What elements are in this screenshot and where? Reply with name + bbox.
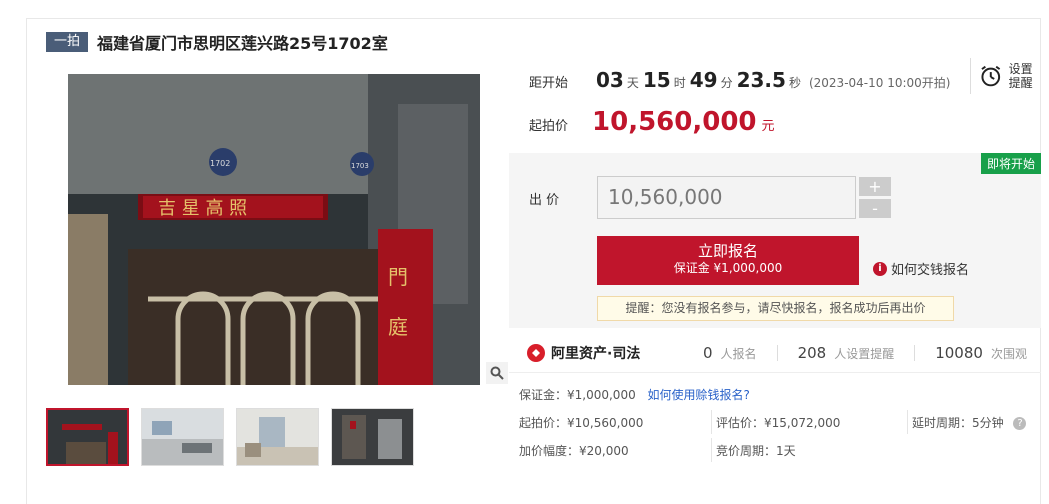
deposit-amount-label: 保证金 ¥1,000,000	[673, 261, 783, 275]
thumbnail-image	[48, 410, 127, 464]
countdown-hours-unit: 时	[673, 76, 686, 90]
ali-asset-logo-icon	[527, 343, 545, 362]
register-now-button[interactable]: 立即报名 保证金 ¥1,000,000	[597, 236, 859, 285]
decrease-bid-button[interactable]: -	[859, 199, 891, 218]
start-price-label: 起拍价	[529, 119, 569, 134]
main-photo-area: 吉 星 高 照 1702 1703 門 庭	[46, 74, 510, 385]
countdown-label: 距开始	[529, 76, 569, 91]
door-photo-image: 吉 星 高 照 1702 1703 門 庭	[68, 74, 480, 385]
deposit-line: 保证金：¥1,000,000 如何使用赊钱报名?	[519, 386, 750, 403]
thumbnail-3[interactable]	[236, 408, 319, 466]
main-photo[interactable]: 吉 星 高 照 1702 1703 門 庭	[68, 74, 480, 385]
svg-text:吉 星 高 照: 吉 星 高 照	[158, 198, 247, 219]
zoom-button[interactable]	[486, 362, 508, 384]
info-icon: i	[873, 261, 887, 276]
auction-type-tag: 一拍	[46, 32, 89, 52]
how-to-pay-label: 如何交钱报名	[891, 263, 970, 278]
signup-count-unit: 人报名	[720, 346, 757, 361]
thumbnail-image	[332, 409, 413, 465]
svg-text:庭: 庭	[388, 315, 408, 339]
countdown: 距开始 03 天 15 时 49 分 23.5 秒 (2023-04-10 10…	[529, 68, 950, 92]
start-price-unit: 元	[761, 119, 775, 134]
delay-period: 延时周期：5分钟 ?	[912, 414, 1027, 431]
svg-text:1702: 1702	[210, 159, 230, 168]
set-reminder-button[interactable]: 设置提醒	[970, 58, 1038, 94]
countdown-days-unit: 天	[626, 76, 639, 90]
divider	[711, 438, 712, 462]
divider	[776, 344, 778, 361]
thumbnail-strip	[46, 408, 414, 466]
thumbnail-2[interactable]	[141, 408, 224, 466]
reminder-count: 208	[797, 343, 827, 362]
help-icon[interactable]: ?	[1013, 417, 1027, 430]
appraisal-price: 评估价：¥15,072,000	[716, 416, 841, 430]
thumbnail-image	[142, 409, 223, 465]
divider	[907, 410, 908, 434]
logo-mark	[532, 348, 540, 357]
thumbnail-4[interactable]	[331, 408, 414, 466]
thumbnail-1[interactable]	[46, 408, 129, 466]
countdown-days: 03	[596, 68, 624, 92]
reminder-tip: 提醒：您没有报名参与，请尽快报名，报名成功后再出价	[597, 296, 954, 321]
how-to-pay-link[interactable]: i 如何交钱报名	[873, 259, 969, 278]
brand-name: 阿里资产·司法	[551, 345, 641, 362]
reminder-count-unit: 人设置提醒	[834, 346, 895, 361]
bid-increment: 加价幅度：¥20,000	[519, 444, 629, 458]
magnifier-icon	[490, 366, 504, 380]
stat-signups: 0 人报名	[703, 344, 757, 362]
status-badge: 即将开始	[980, 153, 1041, 174]
divider	[914, 344, 916, 361]
start-price-value: 10,560,000	[592, 107, 757, 137]
signup-count: 0	[703, 343, 713, 362]
start-datetime: (2023-04-10 10:00开拍)	[808, 76, 951, 90]
start-price-row: 起拍价 10,560,000 元	[529, 107, 775, 137]
start-price-detail: 起拍价：¥10,560,000	[519, 416, 644, 430]
countdown-hours: 15	[642, 68, 671, 92]
stats-row: 阿里资产·司法 0 人报名 208 人设置提醒 10080 次围观	[509, 333, 1041, 373]
register-now-label: 立即报名	[697, 242, 758, 260]
bidding-cycle: 竞价周期：1天	[716, 444, 796, 458]
svg-text:1703: 1703	[351, 162, 369, 170]
countdown-seconds-unit: 秒	[788, 76, 801, 90]
countdown-seconds: 23.5	[736, 68, 786, 92]
stat-views: 10080 次围观	[935, 344, 1027, 362]
thumbnail-image	[237, 409, 318, 465]
brand-logo: 阿里资产·司法	[527, 343, 677, 363]
view-count: 10080	[935, 343, 983, 362]
divider	[711, 410, 712, 434]
countdown-minutes-unit: 分	[720, 76, 733, 90]
loan-signup-link[interactable]: 如何使用赊钱报名?	[648, 388, 750, 402]
svg-text:門: 門	[388, 265, 408, 289]
title-row: 一拍 福建省厦门市思明区莲兴路25号1702室	[46, 30, 388, 54]
alarm-clock-icon	[981, 65, 1001, 87]
bid-panel: 即将开始 出 价 10,560,000 + - 立即报名 保证金 ¥1,000,…	[509, 153, 1041, 328]
delay-period-text: 延时周期：5分钟	[912, 416, 1004, 430]
bid-amount-input[interactable]: 10,560,000	[597, 176, 856, 219]
view-count-unit: 次围观	[990, 346, 1027, 361]
stat-reminders: 208 人设置提醒	[798, 344, 895, 362]
countdown-minutes: 49	[689, 68, 718, 92]
increase-bid-button[interactable]: +	[859, 177, 891, 196]
page-title: 福建省厦门市思明区莲兴路25号1702室	[97, 34, 388, 53]
bid-label: 出 价	[529, 193, 560, 208]
deposit-text: 保证金：¥1,000,000	[519, 388, 636, 402]
set-reminder-label: 设置提醒	[1008, 62, 1033, 90]
